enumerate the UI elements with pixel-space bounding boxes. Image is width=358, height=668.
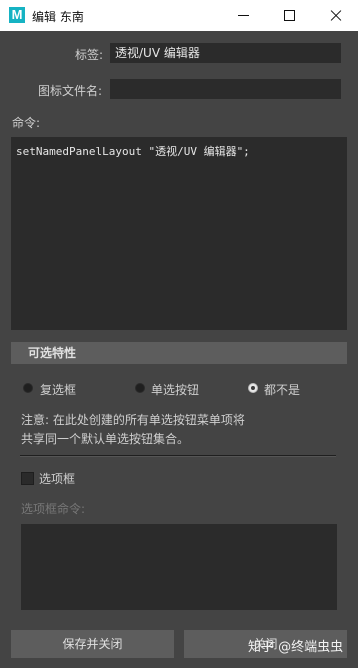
minimize-button[interactable] [220, 0, 266, 31]
command-label: 命令: [12, 116, 41, 130]
radio-neither-option[interactable] [248, 383, 258, 393]
maximize-button[interactable] [266, 0, 312, 31]
radio-checkbox-label: 复选框 [40, 383, 77, 397]
radio-neither-label: 都不是 [264, 383, 301, 397]
divider [20, 455, 336, 457]
option-box-checkbox[interactable] [21, 472, 34, 485]
option-box-command-input[interactable] [21, 524, 337, 610]
note-text-line1: 注意: 在此处创建的所有单选按钮菜单项将 [21, 413, 245, 427]
command-textarea[interactable]: setNamedPanelLayout "透视/UV 编辑器"; [11, 137, 347, 330]
label-input[interactable]: 透视/UV 编辑器 [110, 43, 341, 63]
window-titlebar: M 编辑 东南 [0, 0, 358, 31]
icon-file-label: 图标文件名: [38, 84, 103, 98]
radio-checkbox-option[interactable] [23, 383, 33, 393]
maximize-icon [284, 10, 295, 21]
minimize-icon [238, 15, 249, 16]
selectability-section-header[interactable]: 可选特性 [11, 342, 347, 364]
option-box-label: 选项框 [39, 472, 76, 486]
maya-app-icon: M [9, 7, 25, 23]
icon-file-input[interactable] [110, 79, 341, 99]
radio-radiobutton-label: 单选按钮 [151, 383, 200, 397]
note-text-line2: 共享同一个默认单选按钮集合。 [21, 432, 190, 446]
save-close-button[interactable]: 保存并关闭 [11, 630, 174, 658]
watermark-text: 知乎 @终端虫虫 [248, 640, 344, 655]
radio-radiobutton-option[interactable] [135, 383, 145, 393]
window-title: 编辑 东南 [32, 10, 84, 24]
option-box-command-label: 选项框命令: [21, 502, 86, 516]
close-window-button[interactable] [312, 0, 358, 31]
label-field-label: 标签: [75, 48, 104, 62]
